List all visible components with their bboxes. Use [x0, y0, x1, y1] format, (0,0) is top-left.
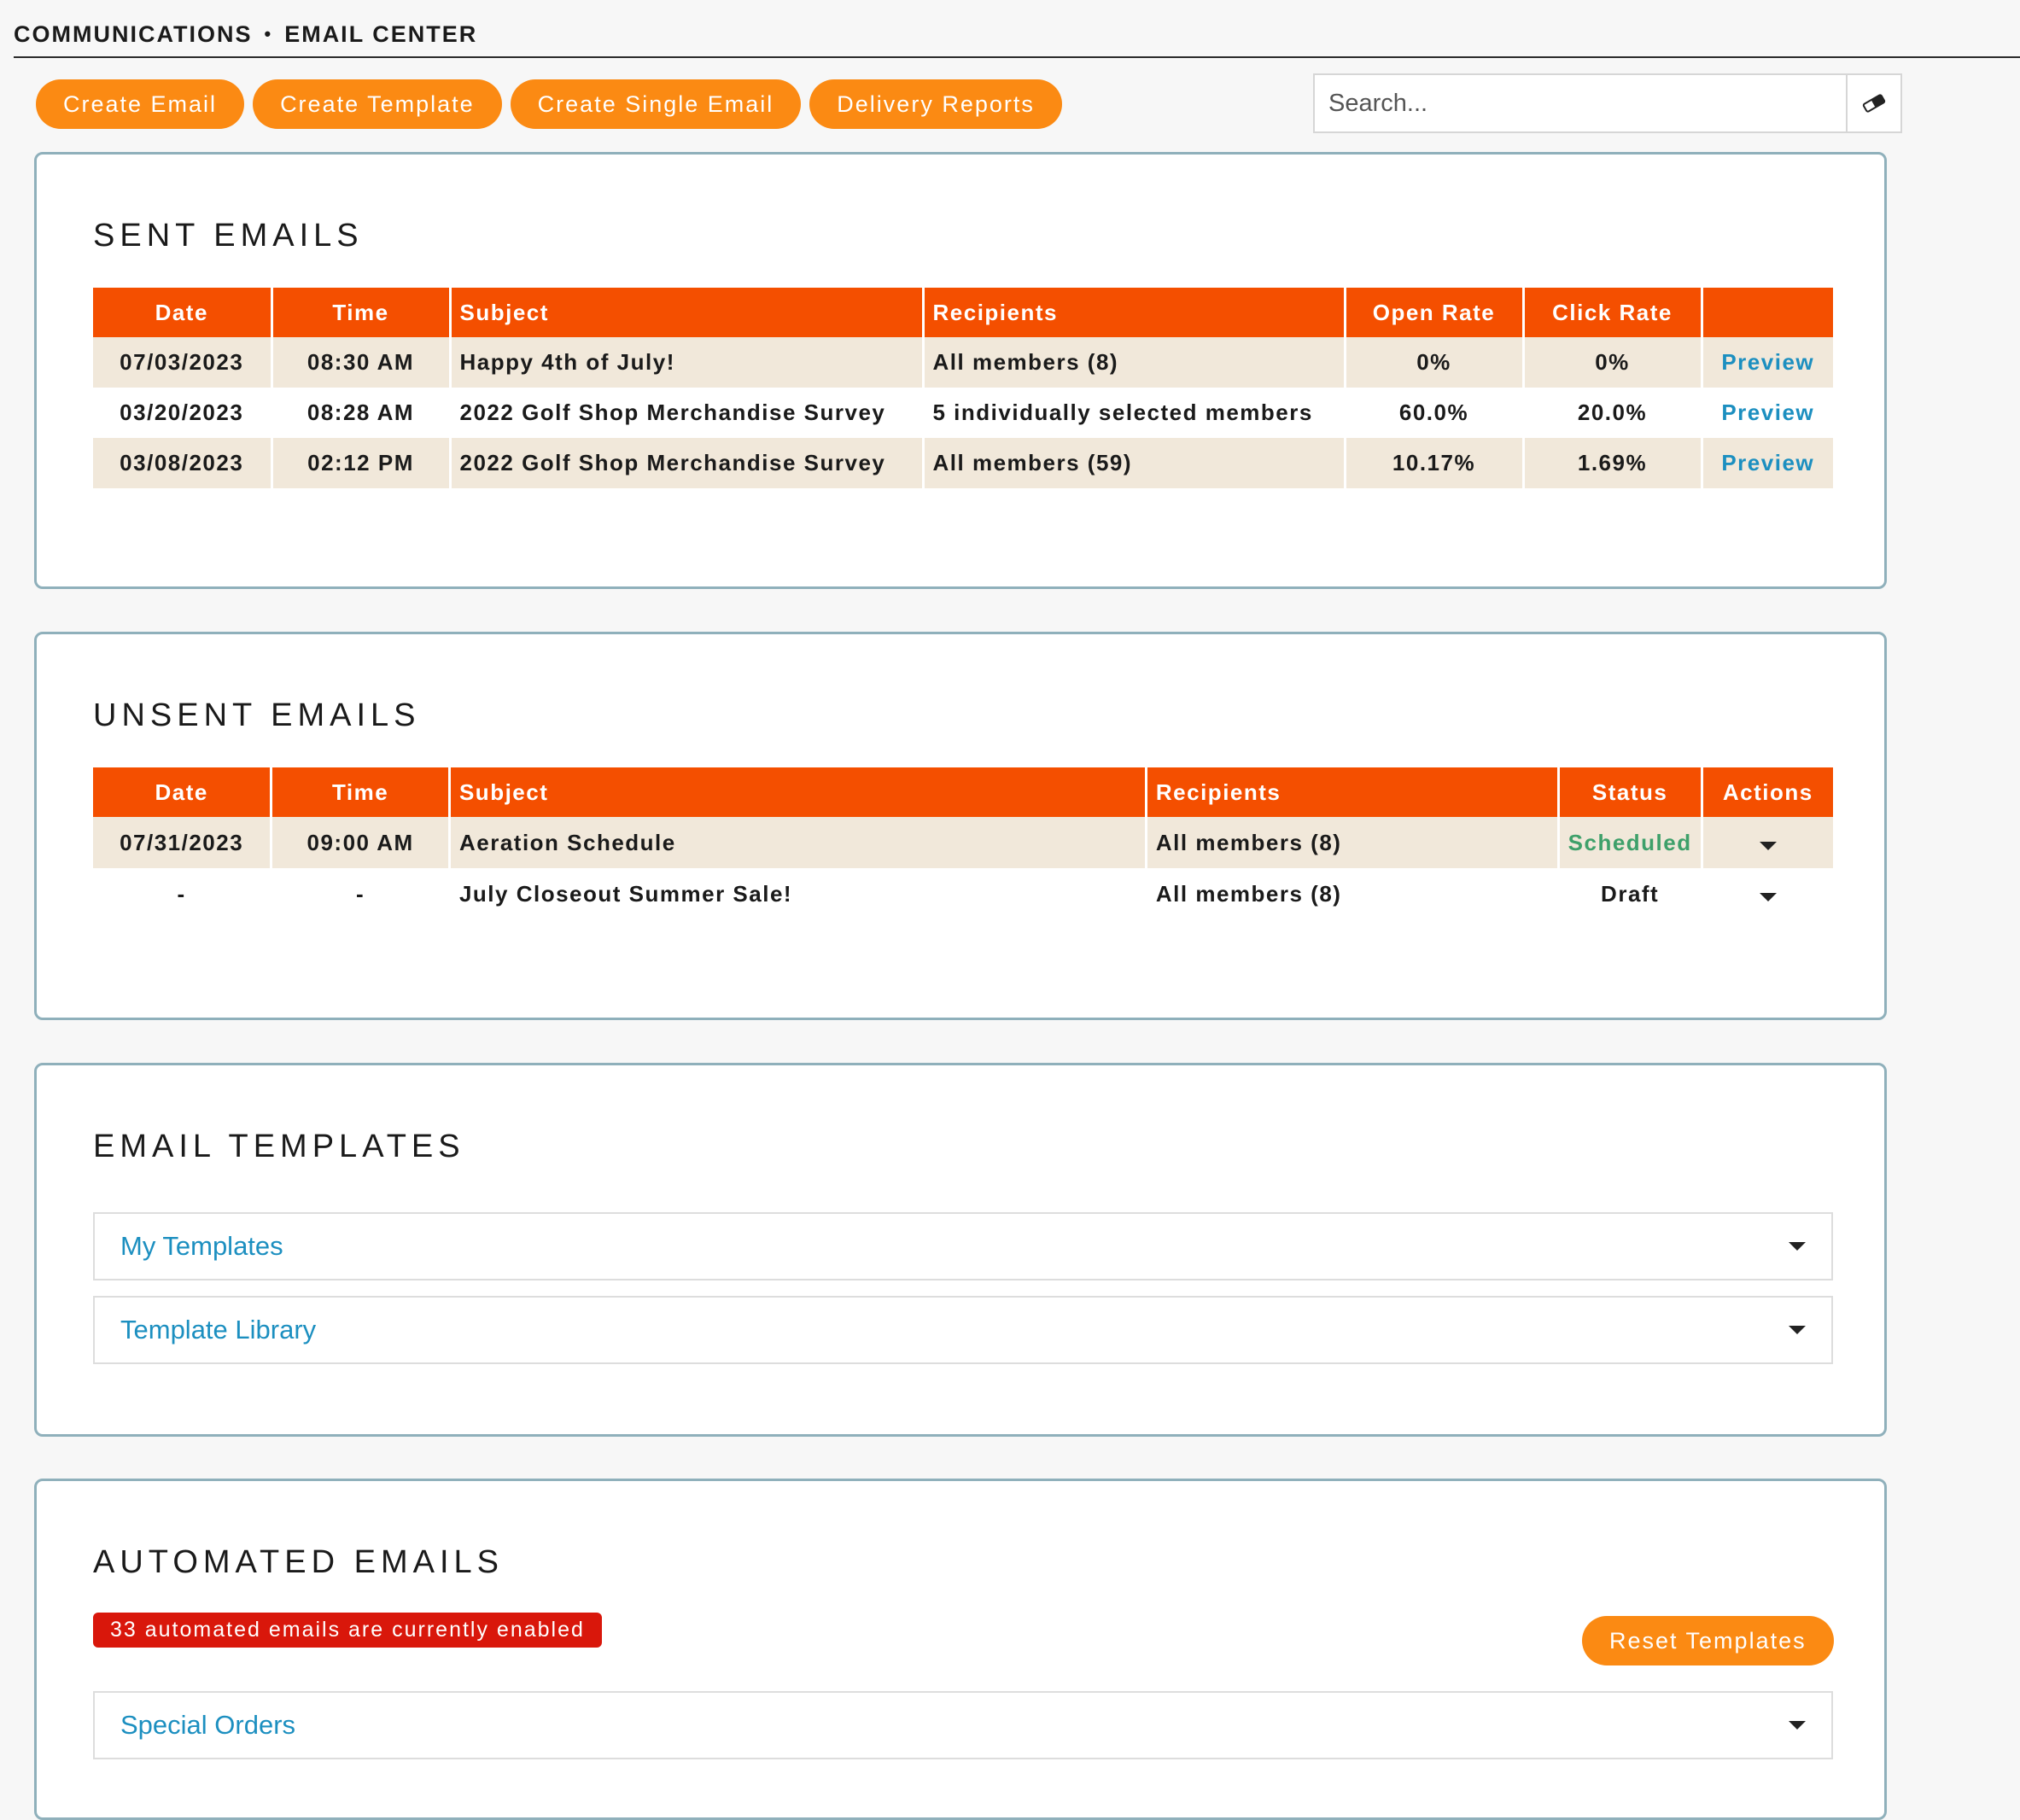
cell-actions: [1700, 817, 1833, 868]
breadcrumb-section[interactable]: COMMUNICATIONS: [14, 21, 252, 48]
cell-status: Draft: [1556, 868, 1702, 919]
cell-date: 07/03/2023: [93, 337, 271, 388]
table-row: 07/03/2023 08:30 AM Happy 4th of July! A…: [93, 337, 1833, 388]
preview-link[interactable]: Preview: [1721, 450, 1814, 475]
column-header-time[interactable]: Time: [270, 767, 450, 817]
cell-click-rate: 0%: [1521, 337, 1702, 388]
cell-open-rate: 0%: [1343, 337, 1523, 388]
email-templates-title: EMAIL TEMPLATES: [93, 1129, 465, 1164]
table-row: 03/08/2023 02:12 PM 2022 Golf Shop Merch…: [93, 438, 1833, 488]
cell-recipients: 5 individually selected members: [921, 388, 1345, 438]
automated-emails-title: AUTOMATED EMAILS: [93, 1544, 504, 1580]
cell-subject: 2022 Golf Shop Merchandise Survey: [448, 438, 923, 488]
cell-time: 08:30 AM: [270, 337, 450, 388]
breadcrumb-current: EMAIL CENTER: [284, 20, 478, 47]
sent-emails-table: Date Time Subject Recipients Open Rate C…: [93, 288, 1833, 488]
create-single-email-button[interactable]: Create Single Email: [510, 79, 802, 129]
cell-date: 03/20/2023: [120, 400, 244, 425]
cell-action: Preview: [1700, 438, 1833, 488]
caret-down-icon[interactable]: [1759, 841, 1777, 850]
cell-recipients: All members (8): [921, 337, 1345, 388]
column-header-recipients[interactable]: Recipients: [1144, 767, 1559, 817]
cell-subject: 2022 Golf Shop Merchandise Survey: [448, 388, 923, 438]
search-input[interactable]: [1315, 75, 1846, 131]
unsent-emails-title: UNSENT EMAILS: [93, 697, 421, 733]
create-template-button[interactable]: Create Template: [253, 79, 502, 129]
cell-open-rate: 60.0%: [1343, 388, 1523, 438]
column-header-date[interactable]: Date: [93, 288, 271, 337]
accordion-template-library[interactable]: Template Library: [93, 1296, 1833, 1364]
create-email-button[interactable]: Create Email: [36, 79, 245, 129]
preview-link[interactable]: Preview: [1721, 349, 1814, 375]
cell-time: -: [270, 868, 450, 919]
accordion-label: My Templates: [120, 1231, 283, 1261]
cell-time: 08:28 AM: [270, 388, 450, 438]
accordion-label: Special Orders: [120, 1710, 296, 1740]
eraser-icon[interactable]: [1846, 75, 1900, 131]
sent-emails-panel: SENT EMAILS Date Time Subject Recipients…: [34, 152, 1887, 589]
caret-down-icon: [1789, 1721, 1806, 1730]
table-row: 07/31/2023 09:00 AM Aeration Schedule Al…: [93, 817, 1833, 868]
sent-emails-title: SENT EMAILS: [93, 218, 364, 254]
column-header-subject[interactable]: Subject: [448, 288, 923, 337]
cell-recipients: All members (8): [1144, 817, 1559, 868]
cell-subject: Happy 4th of July!: [448, 337, 923, 388]
column-header-recipients[interactable]: Recipients: [921, 288, 1345, 337]
column-header-subject[interactable]: Subject: [447, 767, 1147, 817]
column-header-action: [1700, 288, 1833, 337]
search-box: [1313, 73, 1902, 133]
table-row: - - July Closeout Summer Sale! All membe…: [93, 868, 1833, 919]
column-header-time[interactable]: Time: [270, 288, 450, 337]
breadcrumb-separator: •: [264, 23, 273, 44]
caret-down-icon[interactable]: [1759, 892, 1777, 901]
cell-subject: Aeration Schedule: [447, 817, 1147, 868]
unsent-emails-table: Date Time Subject Recipients Status Acti…: [93, 767, 1833, 919]
cell-date: 07/31/2023: [93, 817, 271, 868]
column-header-open-rate[interactable]: Open Rate: [1343, 288, 1523, 337]
accordion-my-templates[interactable]: My Templates: [93, 1212, 1833, 1280]
caret-down-icon: [1789, 1242, 1806, 1251]
cell-date: -: [177, 880, 186, 907]
cell-time: 09:00 AM: [270, 817, 450, 868]
cell-subject: July Closeout Summer Sale!: [447, 868, 1147, 919]
cell-click-rate: 1.69%: [1521, 438, 1702, 488]
column-header-status[interactable]: Status: [1556, 767, 1702, 817]
table-row: 03/20/2023 08:28 AM 2022 Golf Shop Merch…: [93, 388, 1833, 438]
breadcrumb: COMMUNICATIONS • EMAIL CENTER: [14, 12, 2020, 58]
cell-action: Preview: [1700, 337, 1833, 388]
cell-click-rate: 20.0%: [1521, 388, 1702, 438]
cell-recipients: All members (8): [1144, 868, 1559, 919]
cell-status: Scheduled: [1556, 817, 1702, 868]
reset-templates-button[interactable]: Reset Templates: [1582, 1616, 1834, 1665]
table-header-row: Date Time Subject Recipients Open Rate C…: [93, 288, 1833, 337]
preview-link[interactable]: Preview: [1721, 400, 1814, 425]
accordion-special-orders[interactable]: Special Orders: [93, 1691, 1833, 1759]
cell-actions: [1700, 868, 1833, 919]
automated-emails-panel: AUTOMATED EMAILS 33 automated emails are…: [34, 1479, 1887, 1820]
cell-action: Preview: [1700, 388, 1833, 438]
cell-time: 02:12 PM: [270, 438, 450, 488]
column-header-click-rate[interactable]: Click Rate: [1521, 288, 1702, 337]
cell-open-rate: 10.17%: [1343, 438, 1523, 488]
cell-date: 03/08/2023: [93, 438, 271, 488]
caret-down-icon: [1789, 1326, 1806, 1334]
delivery-reports-button[interactable]: Delivery Reports: [809, 79, 1062, 129]
column-header-date[interactable]: Date: [93, 767, 271, 817]
unsent-emails-panel: UNSENT EMAILS Date Time Subject Recipien…: [34, 632, 1887, 1020]
email-center-page: COMMUNICATIONS • EMAIL CENTER Create Ema…: [0, 0, 2020, 1820]
cell-recipients: All members (59): [921, 438, 1345, 488]
column-header-actions: Actions: [1700, 767, 1833, 817]
accordion-label: Template Library: [120, 1315, 317, 1345]
toolbar: Create Email Create Template Create Sing…: [36, 79, 1062, 129]
table-header-row: Date Time Subject Recipients Status Acti…: [93, 767, 1833, 817]
email-templates-panel: EMAIL TEMPLATES My Templates Template Li…: [34, 1063, 1887, 1437]
enabled-count-badge: 33 automated emails are currently enable…: [93, 1613, 602, 1648]
